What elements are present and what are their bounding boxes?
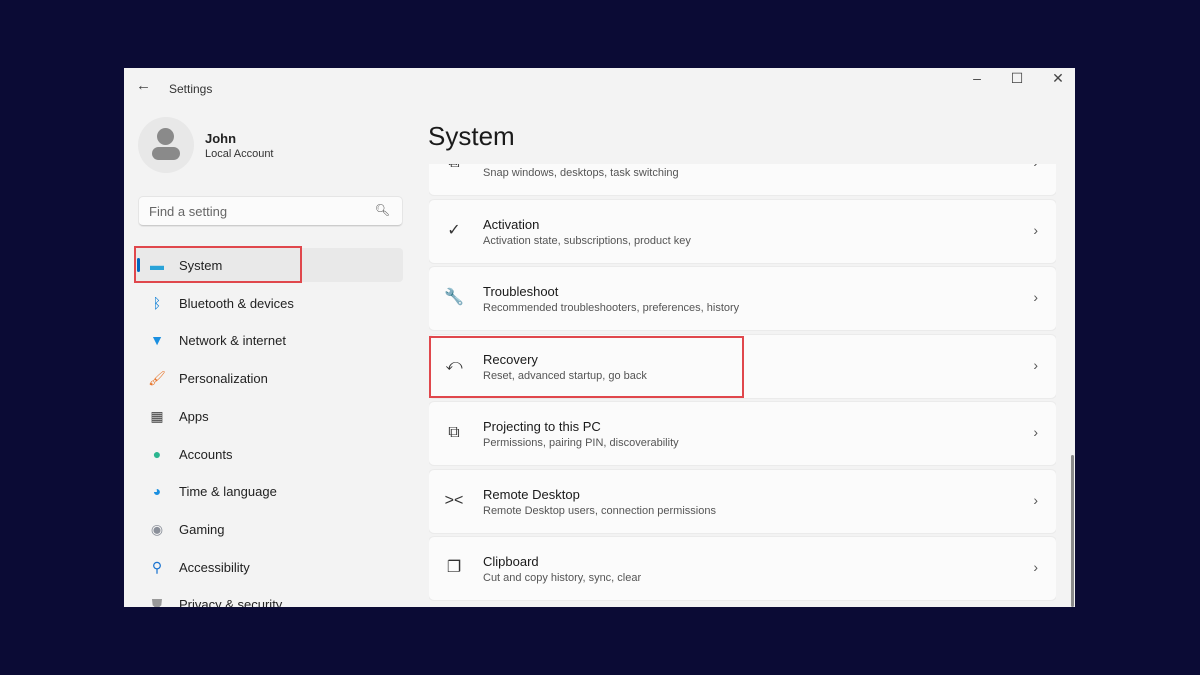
globe-clock-icon: ◕ [152,483,162,500]
setting-card-multitasking[interactable]: ⧉MultitaskingSnap windows, desktops, tas… [429,164,1056,195]
setting-card-clipboard[interactable]: ❐ Clipboard Cut and copy history, sync, cl… [429,537,1056,600]
recovery-highlight-box [429,336,744,398]
system-highlight-box [134,246,302,283]
sidebar-item-label: Time & language [179,484,277,500]
sidebar-item-gaming[interactable]: ◉ Gaming [134,512,403,546]
sidebar-item-label: Gaming [179,521,225,537]
sidebar-item-personalization[interactable]: 🖌︎ Personalization [134,361,403,395]
multitasking-icon: ⧉ [443,164,465,174]
maximize-button[interactable]: ☐ [1002,70,1032,87]
sidebar-item-privacy-security[interactable]: ⛊ Privacy & security [134,587,403,607]
search-input[interactable]: Find a setting 🔍︎ [139,197,402,226]
person-icon: ● [152,445,162,462]
sidebar-item-label: Accessibility [179,559,250,575]
settings-window: ← Settings – ☐ ✕ John Local Account Find… [124,68,1075,607]
card-title: Troubleshoot [483,284,559,299]
scrollbar[interactable] [1071,455,1074,607]
chevron-right-icon: › [1033,559,1038,575]
gamepad-icon: ◉ [150,520,164,537]
projecting-icon: ⧉ [448,424,460,441]
wrench-icon: 🔧 [444,289,464,306]
sidebar-item-label: Privacy & security [179,597,283,607]
remote-desktop-icon: >< [444,491,464,509]
brush-icon: 🖌︎ [148,370,166,387]
chevron-right-icon: › [1033,491,1038,508]
minimize-button[interactable]: – [962,70,992,86]
check-circle-icon: ✓ [447,221,461,239]
search-icon: 🔍︎ [374,203,390,217]
back-icon[interactable]: ← [136,77,151,94]
card-subtitle: Recommended troubleshooters, preferences… [483,302,740,314]
sidebar-item-label: Apps [179,408,209,424]
chevron-right-icon: › [1033,356,1038,373]
sidebar-item-label: Network & internet [179,333,286,349]
setting-card-activation[interactable]: ✓ Activation Activation state, subscriptio… [429,199,1056,263]
avatar[interactable] [138,117,194,173]
card-subtitle: Cut and copy history, sync, clear [483,572,642,584]
chevron-right-icon: › [1033,221,1038,238]
card-title: Clipboard [483,554,539,569]
sidebar-item-label: Personalization [179,371,268,387]
accessibility-icon: ⚲ [151,558,163,575]
search-placeholder: Find a setting [149,204,228,219]
bluetooth-icon: ᛒ [152,294,162,311]
setting-card-projecting-to-this-pc[interactable]: ⧉ Projecting to this PC Permissions, pairi… [429,402,1056,465]
setting-card-remote-desktop[interactable]: >< Remote Desktop Remote Desktop users, co… [429,469,1056,533]
card-subtitle: Permissions, pairing PIN, discoverabilit… [483,437,679,449]
sidebar-item-accessibility[interactable]: ⚲ Accessibility [134,550,403,584]
clipboard-icon: ❐ [446,559,462,576]
window-title: Settings [169,82,213,96]
card-title: Projecting to this PC [483,419,601,434]
card-subtitle: Snap windows, desktops, task switching [483,167,679,179]
sidebar-item-accounts[interactable]: ● Accounts [134,437,403,471]
user-name: John [205,131,237,146]
card-title: Activation [483,216,540,232]
card-title: Remote Desktop [483,486,580,502]
chevron-right-icon: › [1033,289,1038,305]
sidebar-item-label: Bluetooth & devices [179,295,294,311]
sidebar-item-bluetooth-devices[interactable]: ᛒ Bluetooth & devices [134,286,403,320]
close-button[interactable]: ✕ [1043,70,1073,87]
chevron-right-icon: › [1033,424,1038,440]
chevron-right-icon: › [1033,164,1038,170]
sidebar-item-label: Accounts [179,446,233,462]
apps-icon: ▦ [150,407,164,424]
account-type: Local Account [205,148,274,160]
sidebar-item-apps[interactable]: ▦ Apps [134,399,403,433]
sidebar-item-network-internet[interactable]: ▼ Network & internet [134,323,403,357]
wifi-icon: ▼ [150,332,164,349]
shield-icon: ⛊ [151,596,163,607]
card-subtitle: Remote Desktop users, connection permiss… [483,504,716,517]
page-title: System [428,121,515,151]
setting-card-troubleshoot[interactable]: 🔧 Troubleshoot Recommended troubleshooters… [429,267,1056,330]
card-subtitle: Activation state, subscriptions, product… [483,234,691,247]
sidebar-item-time-language[interactable]: ◕ Time & language [134,474,403,508]
